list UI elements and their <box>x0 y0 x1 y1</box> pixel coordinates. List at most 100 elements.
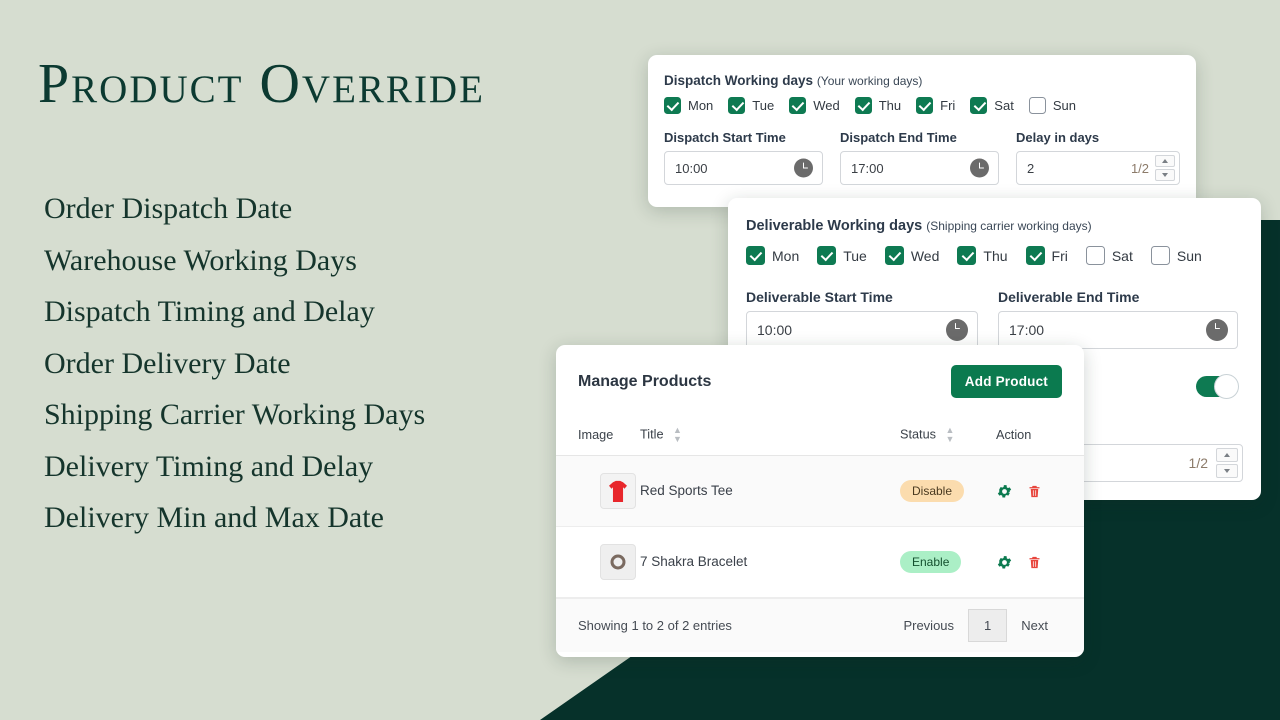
dispatch-working-days-label: Dispatch Working days (Your working days… <box>664 73 1180 88</box>
dispatch-day-sun[interactable]: Sun <box>1029 97 1076 114</box>
add-product-button[interactable]: Add Product <box>951 365 1062 398</box>
deliverable-end-time-input[interactable]: 17:00 <box>998 311 1238 349</box>
stepper-down-icon[interactable] <box>1216 464 1238 478</box>
manage-products-header: Manage Products Add Product <box>556 345 1084 398</box>
sort-icon[interactable]: ▲▼ <box>946 426 955 444</box>
deliverable-day-sat[interactable]: Sat <box>1086 246 1133 265</box>
clock-icon[interactable] <box>794 159 813 178</box>
deliverable-day-tue[interactable]: Tue <box>817 246 867 265</box>
hero-pane: Product Override Order Dispatch Date War… <box>0 0 620 720</box>
deliverable-day-thu[interactable]: Thu <box>957 246 1007 265</box>
dispatch-day-thu[interactable]: Thu <box>855 97 901 114</box>
sort-icon[interactable]: ▲▼ <box>673 426 682 444</box>
pagination-next[interactable]: Next <box>1007 618 1062 633</box>
feature-item: Delivery Timing and Delay <box>44 441 425 493</box>
column-header-status-label: Status <box>900 427 936 441</box>
feature-item: Order Delivery Date <box>44 338 425 390</box>
day-label: Sat <box>994 98 1014 113</box>
stepper-up-icon[interactable] <box>1216 448 1238 462</box>
gear-icon[interactable] <box>996 554 1013 571</box>
checkbox-checked-icon[interactable] <box>916 97 933 114</box>
pagination: Previous 1 Next <box>889 609 1062 642</box>
checkbox-checked-icon[interactable] <box>789 97 806 114</box>
toggle-knob[interactable] <box>1214 374 1239 399</box>
checkbox-checked-icon[interactable] <box>855 97 872 114</box>
delivery-days-stepper[interactable] <box>1216 448 1238 478</box>
checkbox-checked-icon[interactable] <box>817 246 836 265</box>
deliverable-end-time-field: Deliverable End Time 17:00 <box>998 289 1238 349</box>
checkbox-checked-icon[interactable] <box>970 97 987 114</box>
dispatch-day-tue[interactable]: Tue <box>728 97 774 114</box>
product-title-cell: Red Sports Tee <box>640 456 900 527</box>
deliverable-end-time-value: 17:00 <box>1009 322 1044 338</box>
page-title: Product Override <box>38 52 485 116</box>
delay-in-days-input[interactable]: 2 1/2 <box>1016 151 1180 185</box>
deliverable-heading-text: Deliverable Working days <box>746 218 922 234</box>
pagination-previous[interactable]: Previous <box>889 618 968 633</box>
product-image-cell <box>556 527 640 598</box>
clock-icon[interactable] <box>970 159 989 178</box>
product-action-cell <box>996 456 1084 527</box>
dispatch-day-sat[interactable]: Sat <box>970 97 1014 114</box>
deliverable-start-time-label: Deliverable Start Time <box>746 289 978 305</box>
trash-icon[interactable] <box>1027 483 1042 500</box>
column-header-action: Action <box>996 417 1084 456</box>
dispatch-start-time-field: Dispatch Start Time 10:00 <box>664 130 823 185</box>
deliverable-start-time-input[interactable]: 10:00 <box>746 311 978 349</box>
checkbox-checked-icon[interactable] <box>1026 246 1045 265</box>
status-badge[interactable]: Disable <box>900 480 964 502</box>
row-actions <box>996 554 1084 571</box>
deliverable-day-fri[interactable]: Fri <box>1026 246 1068 265</box>
day-label: Thu <box>983 248 1007 264</box>
dispatch-end-time-value: 17:00 <box>851 161 884 176</box>
dispatch-start-time-value: 10:00 <box>675 161 708 176</box>
checkbox-checked-icon[interactable] <box>664 97 681 114</box>
checkbox-checked-icon[interactable] <box>885 246 904 265</box>
dispatch-start-time-label: Dispatch Start Time <box>664 130 823 145</box>
checkbox-checked-icon[interactable] <box>957 246 976 265</box>
checkbox-unchecked-icon[interactable] <box>1029 97 1046 114</box>
checkbox-checked-icon[interactable] <box>746 246 765 265</box>
deliverable-day-wed[interactable]: Wed <box>885 246 940 265</box>
status-badge[interactable]: Enable <box>900 551 961 573</box>
dispatch-day-fri[interactable]: Fri <box>916 97 955 114</box>
column-header-status[interactable]: Status ▲▼ <box>900 417 996 456</box>
deliverable-start-time-field: Deliverable Start Time 10:00 <box>746 289 978 349</box>
checkbox-checked-icon[interactable] <box>728 97 745 114</box>
products-table-body: Red Sports Tee Disable 7 Shakra Bra <box>556 456 1084 598</box>
feature-item: Order Dispatch Date <box>44 183 425 235</box>
delay-in-days-label: Delay in days <box>1016 130 1180 145</box>
table-row[interactable]: Red Sports Tee Disable <box>556 456 1084 527</box>
stepper-up-icon[interactable] <box>1155 155 1175 167</box>
table-row[interactable]: 7 Shakra Bracelet Enable <box>556 527 1084 598</box>
day-label: Tue <box>843 248 867 264</box>
stepper-down-icon[interactable] <box>1155 169 1175 181</box>
clock-icon[interactable] <box>946 319 968 341</box>
checkbox-unchecked-icon[interactable] <box>1151 246 1170 265</box>
checkbox-unchecked-icon[interactable] <box>1086 246 1105 265</box>
dispatch-end-time-input[interactable]: 17:00 <box>840 151 999 185</box>
dispatch-fields-row: Dispatch Start Time 10:00 Dispatch End T… <box>664 130 1180 185</box>
dispatch-start-time-input[interactable]: 10:00 <box>664 151 823 185</box>
product-title-cell: 7 Shakra Bracelet <box>640 527 900 598</box>
trash-icon[interactable] <box>1027 554 1042 571</box>
product-title: Red Sports Tee <box>640 483 733 498</box>
product-title: 7 Shakra Bracelet <box>640 554 747 569</box>
feature-item: Dispatch Timing and Delay <box>44 286 425 338</box>
dispatch-day-mon[interactable]: Mon <box>664 97 713 114</box>
clock-icon[interactable] <box>1206 319 1228 341</box>
product-image-cell <box>556 456 640 527</box>
deliverable-day-sun[interactable]: Sun <box>1151 246 1202 265</box>
dispatch-day-wed[interactable]: Wed <box>789 97 840 114</box>
products-table: Image Title ▲▼ Status ▲▼ Action Red Spor… <box>556 417 1084 598</box>
delay-in-days-stepper[interactable] <box>1155 155 1175 181</box>
deliverable-day-mon[interactable]: Mon <box>746 246 799 265</box>
column-header-title-label: Title <box>640 427 664 441</box>
day-label: Sun <box>1177 248 1202 264</box>
pagination-page-1[interactable]: 1 <box>968 609 1007 642</box>
gear-icon[interactable] <box>996 483 1013 500</box>
delivery-days-toggle[interactable] <box>1196 376 1238 397</box>
column-header-title[interactable]: Title ▲▼ <box>640 417 900 456</box>
manage-products-card: Manage Products Add Product Image Title … <box>556 345 1084 657</box>
dispatch-settings-card: Dispatch Working days (Your working days… <box>648 55 1196 207</box>
